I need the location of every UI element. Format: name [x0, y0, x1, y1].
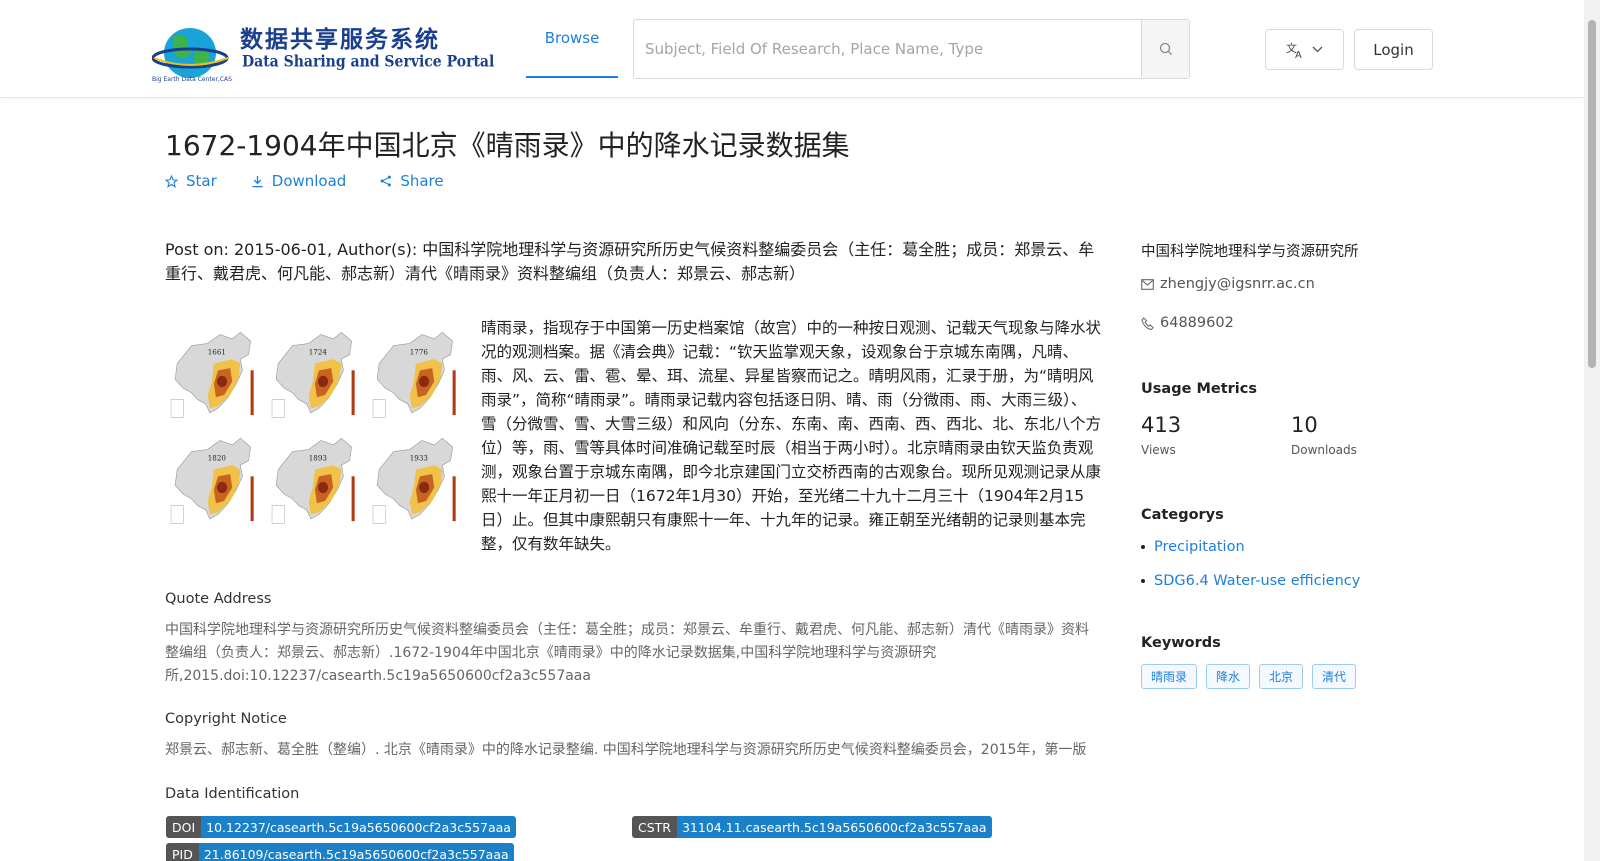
contact-email[interactable]: zhengjy@igsnrr.ac.cn — [1141, 276, 1315, 292]
share-label: Share — [400, 172, 444, 190]
map-year-label: 1893 — [309, 453, 327, 462]
svg-text:A: A — [1295, 50, 1302, 59]
downloads-label: Downloads — [1291, 443, 1357, 457]
keywords-heading: Keywords — [1141, 635, 1221, 651]
keyword-tag[interactable]: 清代 — [1312, 664, 1357, 689]
badge-value: 31104.11.casearth.5c19a5650600cf2a3c557a… — [676, 816, 992, 838]
badge-key: DOI — [166, 816, 202, 838]
dataset-thumbnail[interactable]: 1661 1724 1776 1820 1893 1933 — [165, 322, 466, 534]
download-label: Download — [271, 172, 347, 190]
chevron-down-icon — [1312, 46, 1323, 53]
category-label: Precipitation — [1154, 539, 1245, 555]
mail-icon — [1141, 278, 1154, 290]
keyword-list: 晴雨录 降水 北京 清代 — [1141, 664, 1357, 689]
globe-logo-icon — [152, 28, 229, 78]
portal-logo[interactable]: 数据共享服务系统 Data Sharing and Service Portal… — [152, 16, 494, 83]
organization-name: 中国科学院地理科学与资源研究所 — [1141, 244, 1359, 260]
search-icon — [1159, 42, 1172, 55]
copyright-text: 郑景云、郝志新、葛全胜（整编）. 北京《晴雨录》中的降水记录整编. 中国科学院地… — [165, 742, 1087, 758]
language-switcher[interactable]: 文 A — [1265, 29, 1344, 70]
phone-icon — [1141, 316, 1154, 330]
map-year-label: 1661 — [208, 347, 226, 356]
usage-metrics-heading: Usage Metrics — [1141, 381, 1257, 397]
download-button[interactable]: Download — [251, 172, 347, 190]
search-input[interactable] — [634, 20, 1141, 78]
keyword-tag[interactable]: 晴雨录 — [1141, 664, 1198, 689]
category-link[interactable]: Precipitation — [1141, 539, 1245, 555]
precipitation-map: 1933 — [372, 437, 456, 524]
badge-key: PID — [166, 843, 199, 861]
map-year-label: 1724 — [309, 347, 327, 356]
logo-title-cn: 数据共享服务系统 — [240, 27, 440, 53]
precipitation-map: 1893 — [271, 437, 355, 524]
category-label: SDG6.4 Water-use efficiency — [1154, 573, 1361, 589]
search-button[interactable] — [1141, 20, 1189, 78]
quote-text: 中国科学院地理科学与资源研究所历史气候资料整编委员会（主任：葛全胜；成员：郑景云… — [165, 622, 1089, 684]
star-button[interactable]: Star — [165, 172, 217, 190]
download-icon — [252, 175, 263, 187]
phone-text: 64889602 — [1160, 315, 1234, 331]
share-button[interactable]: Share — [380, 172, 444, 190]
categories-heading: Categorys — [1141, 507, 1224, 523]
star-icon — [165, 174, 178, 188]
translate-icon: 文 A — [1286, 41, 1302, 59]
bullet — [1141, 545, 1145, 549]
map-year-label: 1933 — [410, 453, 428, 462]
precipitation-map: 1724 — [271, 331, 355, 418]
keyword-tag[interactable]: 北京 — [1259, 664, 1304, 689]
nav-browse-tab[interactable]: Browse — [526, 0, 618, 78]
email-text: zhengjy@igsnrr.ac.cn — [1160, 276, 1315, 292]
keyword-tag[interactable]: 降水 — [1206, 664, 1251, 689]
search-bar — [633, 19, 1190, 79]
precipitation-map: 1820 — [170, 437, 254, 524]
identification-heading: Data Identification — [165, 786, 300, 802]
bullet — [1141, 579, 1145, 583]
views-count: 413 — [1141, 413, 1182, 437]
downloads-count: 10 — [1291, 413, 1318, 437]
scrollbar-thumb[interactable] — [1588, 20, 1596, 368]
badge-value: 10.12237/casearth.5c19a5650600cf2a3c557a… — [201, 816, 516, 838]
logo-subtitle: Big Earth Data Center,CAS — [152, 76, 232, 83]
dataset-description: 晴雨录，指现存于中国第一历史档案馆（故宫）中的一种按日观测、记载天气现象与降水状… — [481, 319, 1102, 553]
top-header: 数据共享服务系统 Data Sharing and Service Portal… — [0, 0, 1584, 98]
login-button[interactable]: Login — [1354, 29, 1433, 70]
post-info: Post on: 2015-06-01, Author(s): 中国科学院地理科… — [165, 240, 1095, 283]
star-label: Star — [186, 172, 217, 190]
precipitation-map: 1776 — [372, 331, 456, 418]
map-year-label: 1776 — [410, 347, 428, 356]
badge-key: CSTR — [632, 816, 677, 838]
quote-heading: Quote Address — [165, 591, 272, 607]
precipitation-map: 1661 — [170, 331, 254, 418]
contact-phone: 64889602 — [1141, 315, 1234, 331]
doi-badge[interactable]: DOI 10.12237/casearth.5c19a5650600cf2a3c… — [166, 816, 516, 838]
dataset-actions: Star Download Share — [165, 172, 444, 190]
copyright-heading: Copyright Notice — [165, 711, 287, 727]
badge-value: 21.86109/casearth.5c19a5650600cf2a3c557a… — [198, 843, 514, 861]
pid-badge[interactable]: PID 21.86109/casearth.5c19a5650600cf2a3c… — [166, 843, 514, 861]
page-scrollbar[interactable] — [1584, 0, 1600, 861]
cstr-badge[interactable]: CSTR 31104.11.casearth.5c19a5650600cf2a3… — [632, 816, 992, 838]
map-year-label: 1820 — [208, 453, 226, 462]
category-link[interactable]: SDG6.4 Water-use efficiency — [1141, 573, 1360, 589]
views-label: Views — [1141, 443, 1176, 457]
page-title: 1672-1904年中国北京《晴雨录》中的降水记录数据集 — [165, 129, 850, 162]
share-icon — [380, 175, 392, 187]
logo-title-en: Data Sharing and Service Portal — [242, 53, 495, 71]
